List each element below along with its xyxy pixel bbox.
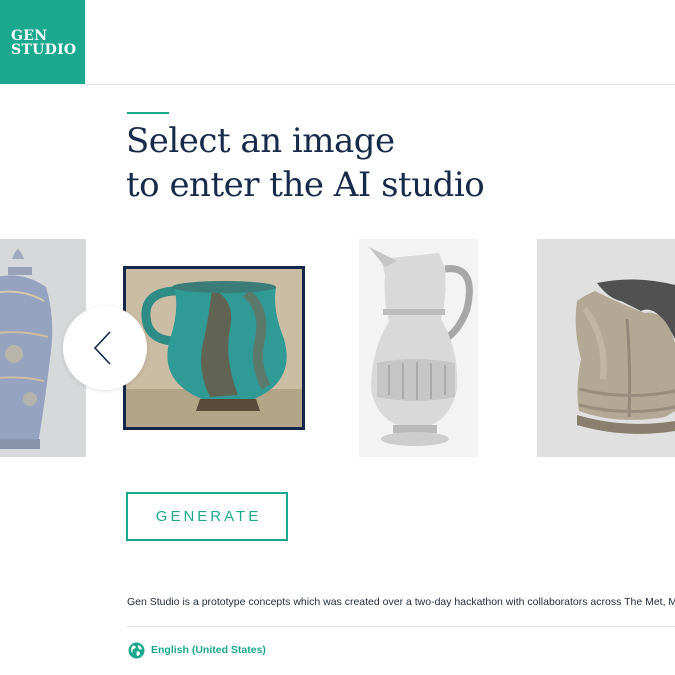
jug-image	[126, 269, 302, 427]
artwork-card-armor[interactable]	[537, 239, 675, 457]
logo-line-1: GEN	[11, 28, 48, 44]
inactive-overlay	[359, 239, 478, 457]
header-divider	[85, 84, 675, 85]
page-title: Select an image to enter the AI studio	[126, 119, 485, 207]
language-label: English (United States)	[151, 644, 266, 656]
title-accent-bar	[127, 112, 169, 114]
chevron-left-icon	[93, 331, 111, 365]
logo-line-2: STUDIO	[11, 42, 77, 58]
gen-studio-logo[interactable]: GEN STUDIO	[0, 0, 85, 84]
globe-icon	[128, 642, 145, 659]
project-description: Gen Studio is a prototype concepts which…	[127, 596, 675, 608]
artwork-card-pitcher[interactable]	[359, 239, 478, 457]
carousel-prev-button[interactable]	[63, 306, 147, 390]
footer-divider	[127, 626, 675, 627]
inactive-overlay	[537, 239, 675, 457]
page-title-line-2: to enter the AI studio	[126, 165, 485, 205]
page-title-line-1: Select an image	[126, 121, 395, 161]
artwork-card-jug[interactable]	[123, 266, 305, 430]
generate-button[interactable]: GENERATE	[126, 492, 288, 541]
